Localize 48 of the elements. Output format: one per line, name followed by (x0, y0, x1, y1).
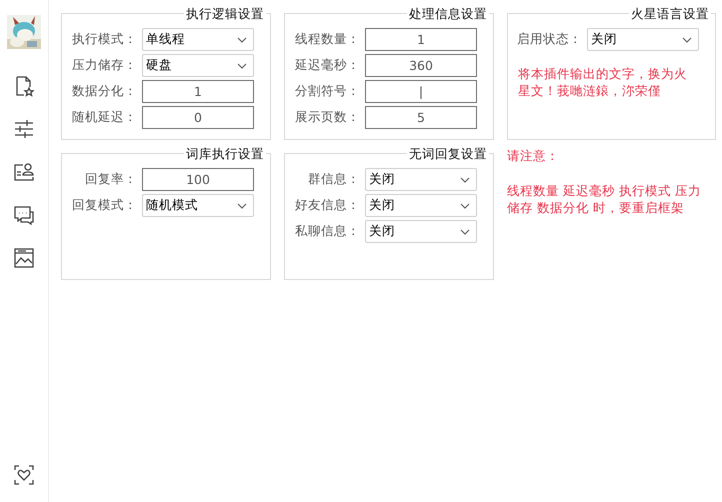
heart-frame-icon[interactable] (13, 464, 35, 486)
contact-card-icon[interactable] (13, 161, 35, 183)
field-label: 群信息： (307, 171, 360, 188)
input-field[interactable]: 1 (365, 28, 477, 51)
group-title: 处理信息设置 (407, 6, 489, 21)
sliders-icon[interactable] (13, 118, 35, 140)
group-title: 火星语言设置 (629, 6, 711, 21)
field-label: 展示页数： (294, 109, 360, 126)
input-field[interactable]: 0 (142, 106, 254, 129)
field-label: 回复模式： (71, 197, 137, 214)
group-title: 无词回复设置 (407, 146, 489, 161)
chevron-down-icon (460, 228, 470, 234)
input-field[interactable]: | (365, 80, 477, 103)
input-field[interactable]: 1 (142, 80, 254, 103)
dropdown[interactable]: 关闭 (587, 28, 699, 51)
field-label: 线程数量： (294, 31, 360, 48)
chevron-down-icon (237, 202, 247, 208)
input-field[interactable]: 100 (142, 168, 254, 191)
chevron-down-icon (237, 36, 247, 42)
notice-text: 线程数量 延迟毫秒 执行模式 压力储存 数据分化 时，要重启框架 (507, 182, 702, 216)
image-icon[interactable] (13, 247, 35, 269)
input-field[interactable]: 5 (365, 106, 477, 129)
field-label: 私聊信息： (294, 223, 360, 240)
chevron-down-icon (460, 176, 470, 182)
field-label: 延迟毫秒： (294, 57, 360, 74)
dropdown[interactable]: 单线程 (142, 28, 254, 51)
field-label: 数据分化： (71, 83, 137, 100)
chevron-down-icon (460, 202, 470, 208)
field-label: 好友信息： (294, 197, 360, 214)
chat-icon[interactable] (13, 204, 35, 226)
chevron-down-icon (682, 36, 692, 42)
dropdown[interactable]: 关闭 (365, 194, 477, 217)
notice-heading: 请注意： (507, 148, 560, 165)
field-label: 回复率： (84, 171, 137, 188)
dropdown[interactable]: 随机模式 (142, 194, 254, 217)
group-title: 执行逻辑设置 (184, 6, 266, 21)
field-label: 随机延迟： (71, 109, 137, 126)
dropdown[interactable]: 关闭 (365, 168, 477, 191)
chevron-down-icon (237, 62, 247, 68)
field-label: 压力储存： (71, 57, 137, 74)
field-label: 执行模式： (71, 31, 137, 48)
input-field[interactable]: 360 (365, 54, 477, 77)
field-label: 启用状态： (516, 31, 582, 48)
dropdown[interactable]: 硬盘 (142, 54, 254, 77)
description-text: 将本插件输出的文字，换为火星文！莪哋涟鎄，沵荣僅 (518, 65, 688, 99)
group-title: 词库执行设置 (184, 146, 266, 161)
dropdown[interactable]: 关闭 (365, 220, 477, 243)
field-label: 分割符号： (294, 83, 360, 100)
